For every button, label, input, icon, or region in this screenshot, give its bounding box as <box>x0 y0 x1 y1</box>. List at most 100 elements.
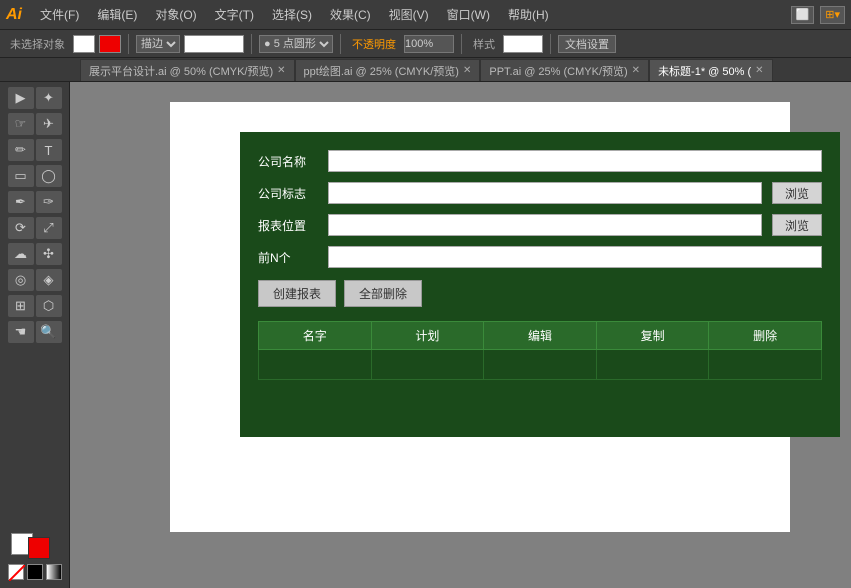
tool-row-7: ☁ ✣ <box>0 242 69 266</box>
empty-cell-5 <box>709 350 822 380</box>
scale-tool[interactable]: ⤢ <box>36 217 62 239</box>
tab-3[interactable]: 未标题-1* @ 50% ( ✕ <box>649 59 772 81</box>
opacity-label: 不透明度 <box>348 36 400 52</box>
warp-tool[interactable]: ☁ <box>8 243 34 265</box>
tab-close-3[interactable]: ✕ <box>755 65 763 76</box>
separator-5 <box>550 34 551 54</box>
tool-row-5: ✒ ✑ <box>0 190 69 214</box>
company-logo-input[interactable] <box>328 182 762 204</box>
stroke-preview <box>184 35 244 53</box>
main-swatches <box>11 533 58 555</box>
col-name: 名字 <box>259 322 372 350</box>
tab-1[interactable]: ppt绘图.ai @ 25% (CMYK/预览) ✕ <box>295 59 481 81</box>
report-location-input[interactable] <box>328 214 762 236</box>
menu-help[interactable]: 帮助(H) <box>500 4 557 25</box>
main-area: ▶ ✦ ☞ ✈ ✏ T ▭ ◯ ✒ ✑ ⟳ ⤢ ☁ ✣ ◎ ◈ <box>0 82 851 588</box>
action-buttons-row: 创建报表 全部删除 <box>258 280 822 307</box>
opacity-input[interactable] <box>404 35 454 53</box>
extra-swatches <box>8 564 62 580</box>
menu-object[interactable]: 对象(O) <box>147 4 204 25</box>
report-location-label: 报表位置 <box>258 217 318 234</box>
menu-view[interactable]: 视图(V) <box>381 4 437 25</box>
object-label: 未选择对象 <box>6 36 69 52</box>
tab-close-0[interactable]: ✕ <box>277 65 285 76</box>
tab-2[interactable]: PPT.ai @ 25% (CMYK/预览) ✕ <box>480 59 649 81</box>
top-n-row: 前N个 <box>258 246 822 268</box>
menu-select[interactable]: 选择(S) <box>264 4 320 25</box>
text-tool[interactable]: T <box>36 139 62 161</box>
pencil-tool[interactable]: ✑ <box>36 191 62 213</box>
rect-tool[interactable]: ▭ <box>8 165 34 187</box>
top-n-label: 前N个 <box>258 249 318 266</box>
tool-row-3: ✏ T <box>0 138 69 162</box>
data-table: 名字 计划 编辑 复制 删除 <box>258 321 822 380</box>
rotate-tool[interactable]: ⟳ <box>8 217 34 239</box>
paintbrush-tool[interactable]: ✒ <box>8 191 34 213</box>
artboard-tool[interactable]: ⊞ <box>8 295 34 317</box>
company-logo-browse-btn[interactable]: 浏览 <box>772 182 822 204</box>
create-report-btn[interactable]: 创建报表 <box>258 280 336 307</box>
company-name-row: 公司名称 <box>258 150 822 172</box>
menu-edit[interactable]: 编辑(E) <box>89 4 145 25</box>
separator-1 <box>128 34 129 54</box>
empty-cell-4 <box>596 350 709 380</box>
ellipse-tool[interactable]: ◯ <box>36 165 62 187</box>
gradient-swatch[interactable] <box>46 564 62 580</box>
none-swatch[interactable] <box>8 564 24 580</box>
style-label: 样式 <box>469 36 499 52</box>
lasso-tool[interactable]: ☞ <box>8 113 34 135</box>
report-location-row: 报表位置 浏览 <box>258 214 822 236</box>
empty-cell-3 <box>484 350 597 380</box>
tool-row-8: ◎ ◈ <box>0 268 69 292</box>
menu-effect[interactable]: 效果(C) <box>322 4 379 25</box>
stroke-swatch[interactable] <box>28 537 50 559</box>
zoom-tool[interactable]: 🔍 <box>36 321 62 343</box>
black-swatch[interactable] <box>27 564 43 580</box>
slice-tool[interactable]: ⬡ <box>36 295 62 317</box>
company-name-input[interactable] <box>328 150 822 172</box>
company-logo-row: 公司标志 浏览 <box>258 182 822 204</box>
symbol-tool[interactable]: ◎ <box>8 269 34 291</box>
direct-select-tool[interactable]: ✦ <box>36 87 62 109</box>
form-panel: 公司名称 公司标志 浏览 报表位置 浏览 前N个 创建报 <box>240 132 840 437</box>
brush-select[interactable]: ● 5 点圆形 <box>259 35 333 53</box>
menu-text[interactable]: 文字(T) <box>207 4 262 25</box>
col-copy: 复制 <box>596 322 709 350</box>
report-location-browse-btn[interactable]: 浏览 <box>772 214 822 236</box>
column-graph-tool[interactable]: ◈ <box>36 269 62 291</box>
tool-row-1: ▶ ✦ <box>0 86 69 110</box>
options-toolbar: 未选择对象 描边 ● 5 点圆形 不透明度 样式 文档设置 <box>0 30 851 58</box>
tab-0[interactable]: 展示平台设计.ai @ 50% (CMYK/预览) ✕ <box>80 59 295 81</box>
workspace-icon: ⬜ <box>791 6 815 24</box>
select-tool[interactable]: ▶ <box>8 87 34 109</box>
menu-file[interactable]: 文件(F) <box>32 4 87 25</box>
arrange-icon: ⊞▾ <box>820 6 845 24</box>
company-name-label: 公司名称 <box>258 153 318 170</box>
empty-cell-2 <box>371 350 484 380</box>
canvas-area[interactable]: 公司名称 公司标志 浏览 报表位置 浏览 前N个 创建报 <box>70 82 851 588</box>
empty-cell-1 <box>259 350 372 380</box>
tab-close-2[interactable]: ✕ <box>632 65 640 76</box>
app-logo: Ai <box>6 6 22 24</box>
pen-tool[interactable]: ✏ <box>8 139 34 161</box>
tool-row-10: ☚ 🔍 <box>0 320 69 344</box>
fill-color[interactable] <box>73 35 95 53</box>
style-preview <box>503 35 543 53</box>
tab-close-1[interactable]: ✕ <box>463 65 471 76</box>
hand-tool[interactable]: ☚ <box>8 321 34 343</box>
menu-window[interactable]: 窗口(W) <box>439 4 498 25</box>
tool-row-4: ▭ ◯ <box>0 164 69 188</box>
magic-wand-tool[interactable]: ✈ <box>36 113 62 135</box>
stroke-color[interactable] <box>99 35 121 53</box>
top-n-input[interactable] <box>328 246 822 268</box>
doc-settings-btn[interactable]: 文档设置 <box>558 35 616 53</box>
free-transform-tool[interactable]: ✣ <box>36 243 62 265</box>
separator-4 <box>461 34 462 54</box>
company-logo-label: 公司标志 <box>258 185 318 202</box>
col-delete: 删除 <box>709 322 822 350</box>
separator-2 <box>251 34 252 54</box>
delete-all-btn[interactable]: 全部删除 <box>344 280 422 307</box>
stroke-mode-select[interactable]: 描边 <box>136 35 180 53</box>
tabs-bar: 展示平台设计.ai @ 50% (CMYK/预览) ✕ ppt绘图.ai @ 2… <box>0 58 851 82</box>
menu-bar: Ai 文件(F) 编辑(E) 对象(O) 文字(T) 选择(S) 效果(C) 视… <box>0 0 851 30</box>
